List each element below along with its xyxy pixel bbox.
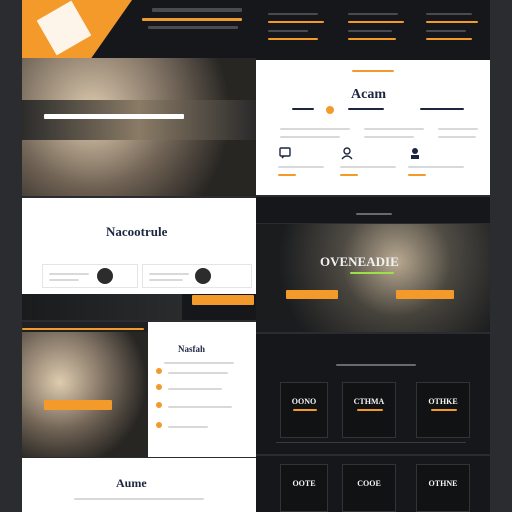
lower-left-label: Nasfah <box>178 344 206 354</box>
about-title: Acam <box>351 87 386 102</box>
card-4-label: OOTE <box>292 479 316 488</box>
bottom-left-panel: Aume <box>22 458 256 512</box>
middle-strip <box>22 294 256 320</box>
gear-icon <box>195 268 211 284</box>
card-1-label: OONO <box>291 397 317 406</box>
header-block-3 <box>426 8 482 50</box>
card-5-label: COOE <box>357 479 381 488</box>
about-feature-right <box>420 104 470 116</box>
list-bullet-icon <box>156 384 162 390</box>
card-5[interactable]: COOE <box>342 464 396 512</box>
card-6-label: OTHNE <box>428 479 458 488</box>
right-photo: OVENEADIE <box>256 224 490 332</box>
card-2[interactable]: CTHMA <box>342 382 396 438</box>
header-block-1 <box>268 8 328 50</box>
card-1[interactable]: OONO <box>280 382 328 438</box>
card-6[interactable]: OTHNE <box>416 464 470 512</box>
photo-cta-left[interactable] <box>286 290 338 299</box>
middle-panel: Nacootrule <box>22 198 256 294</box>
bottom-left-title: Aume <box>116 476 147 490</box>
card-4[interactable]: OOTE <box>280 464 328 512</box>
person-icon <box>340 146 354 160</box>
chat-icon <box>326 106 334 114</box>
lower-left-cta[interactable] <box>44 400 112 410</box>
gear-icon <box>97 268 113 284</box>
person-icon <box>408 146 422 160</box>
right-mid-header <box>256 197 490 223</box>
list-bullet-icon <box>156 368 162 374</box>
list-bullet-icon <box>156 422 162 428</box>
chat-icon <box>278 146 292 160</box>
list-bullet-icon <box>156 402 162 408</box>
photo-machine-row <box>22 100 256 140</box>
photo-cta-right[interactable] <box>396 290 454 299</box>
about-feature-left <box>292 104 334 116</box>
cta-button[interactable] <box>192 295 254 305</box>
middle-feature-left <box>42 264 138 288</box>
lower-left-card: Nasfah <box>148 322 256 457</box>
cards-section: OONO CTHMA OTHKE <box>256 334 490 454</box>
lower-left-photo <box>22 332 148 457</box>
lower-left-panel: Nasfah <box>22 322 256 457</box>
about-panel: Acam <box>256 60 490 195</box>
cards-section-2: OOTE COOE OTHNE <box>256 456 490 512</box>
top-right-header <box>256 0 490 60</box>
middle-feature-right <box>142 264 252 288</box>
right-photo-title: OVENEADIE <box>320 254 399 269</box>
workshop-photo <box>22 58 256 196</box>
middle-title: Nacootrule <box>106 224 168 239</box>
top-left-panel <box>22 0 256 60</box>
header-block-2 <box>348 8 408 50</box>
card-2-label: CTHMA <box>353 397 385 406</box>
about-feature-mid <box>348 104 390 116</box>
card-3[interactable]: OTHKE <box>416 382 470 438</box>
card-3-label: OTHKE <box>428 397 458 406</box>
